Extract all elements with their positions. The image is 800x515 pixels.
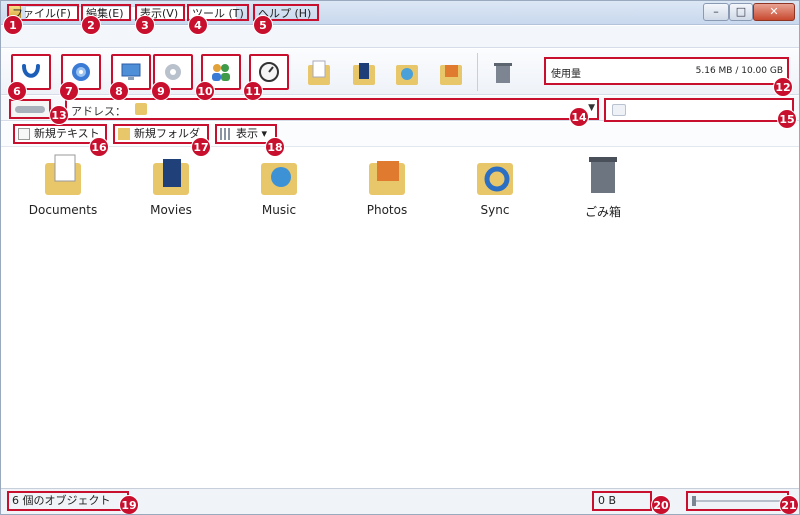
trash-icon[interactable]: [490, 59, 516, 87]
callout-badge: 10: [195, 81, 215, 101]
file-name: Music: [261, 203, 297, 217]
callout-badge: 14: [569, 107, 589, 127]
zoom-slider[interactable]: [686, 491, 789, 511]
callout-badge: 18: [265, 137, 285, 157]
file-item-trash[interactable]: ごみ箱: [558, 151, 648, 221]
callout-badge: 20: [651, 495, 671, 514]
disc-icon: [72, 63, 90, 81]
callout-badge: 12: [773, 77, 793, 97]
file-item-movies[interactable]: Movies: [126, 151, 216, 221]
toolbar-separator: [477, 53, 478, 91]
new-text-icon: [18, 128, 30, 140]
file-name: Movies: [150, 203, 192, 217]
minimize-button[interactable]: –: [703, 3, 729, 21]
photos-folder-icon: [369, 161, 405, 195]
trash-icon: [589, 157, 617, 193]
storage-usage: 使用量 5.16 MB / 10.00 GB: [544, 57, 789, 85]
new-text-label: 新規テキスト: [34, 127, 100, 140]
gauge-icon: [259, 62, 279, 82]
callout-badge: 15: [777, 109, 797, 129]
file-name: Documents: [28, 203, 98, 217]
users-icon: [212, 64, 230, 81]
callout-badge: 5: [253, 15, 273, 35]
file-item-sync[interactable]: Sync: [450, 151, 540, 221]
callout-badge: 6: [7, 81, 27, 101]
file-item-photos[interactable]: Photos: [342, 151, 432, 221]
file-name: Photos: [366, 203, 408, 217]
gear-icon: [165, 64, 181, 80]
view-grid-icon: [220, 128, 232, 140]
callout-badge: 3: [135, 15, 155, 35]
address-label: アドレス：: [71, 105, 126, 118]
callout-badge: 8: [109, 81, 129, 101]
app-window: – □ ✕ ファイル(F) 編集(E) 表示(V) ツール (T) ヘルプ (H…: [0, 0, 800, 515]
callout-badge: 2: [81, 15, 101, 35]
callout-badge: 9: [151, 81, 171, 101]
monitor-icon: [121, 63, 141, 80]
callout-badge: 16: [89, 137, 109, 157]
callout-badge: 11: [243, 81, 263, 101]
back-forward-icon: [15, 106, 45, 113]
file-name: Sync: [480, 203, 510, 217]
usage-value: 5.16 MB / 10.00 GB: [695, 66, 783, 76]
movies-folder-icon[interactable]: [351, 59, 377, 87]
maximize-button[interactable]: □: [729, 3, 753, 21]
photos-folder-icon[interactable]: [438, 59, 464, 87]
back-forward-control[interactable]: [9, 99, 51, 119]
file-item-documents[interactable]: Documents: [18, 151, 108, 221]
zoom-thumb[interactable]: [692, 496, 696, 506]
callout-badge: 4: [188, 15, 208, 35]
address-bar[interactable]: アドレス： ▼: [65, 98, 599, 120]
selection-size: 0 B: [592, 491, 652, 511]
close-button[interactable]: ✕: [753, 3, 795, 21]
sync-folder-icon: [477, 163, 513, 195]
callout-badge: 21: [779, 495, 799, 514]
view-menu-label: 表示 ▾: [236, 127, 268, 140]
callout-badge: 17: [191, 137, 211, 157]
file-name: ごみ箱: [584, 205, 621, 219]
object-count: 6 個のオブジェクト: [7, 491, 129, 511]
new-folder-label: 新規フォルダ: [134, 127, 200, 140]
usage-label: 使用量: [551, 69, 581, 80]
search-input[interactable]: [604, 98, 794, 122]
address-dropdown-icon[interactable]: ▼: [588, 103, 595, 113]
movies-folder-icon: [153, 159, 189, 195]
folder-icon: [135, 103, 147, 115]
documents-folder-icon: [45, 154, 81, 195]
menu-bar: [1, 26, 799, 48]
music-folder-icon[interactable]: [394, 59, 420, 87]
callout-badge: 19: [119, 495, 139, 514]
callout-badge: 13: [49, 105, 69, 125]
sync-arrow-icon: [22, 64, 40, 78]
callout-badge: 7: [59, 81, 79, 101]
file-item-music[interactable]: Music: [234, 151, 324, 221]
new-folder-icon: [118, 128, 130, 140]
zoom-track: [694, 500, 782, 502]
callout-badge: 1: [3, 15, 23, 35]
music-folder-icon: [261, 163, 297, 195]
documents-folder-icon[interactable]: [306, 59, 332, 87]
search-icon: [612, 104, 626, 116]
